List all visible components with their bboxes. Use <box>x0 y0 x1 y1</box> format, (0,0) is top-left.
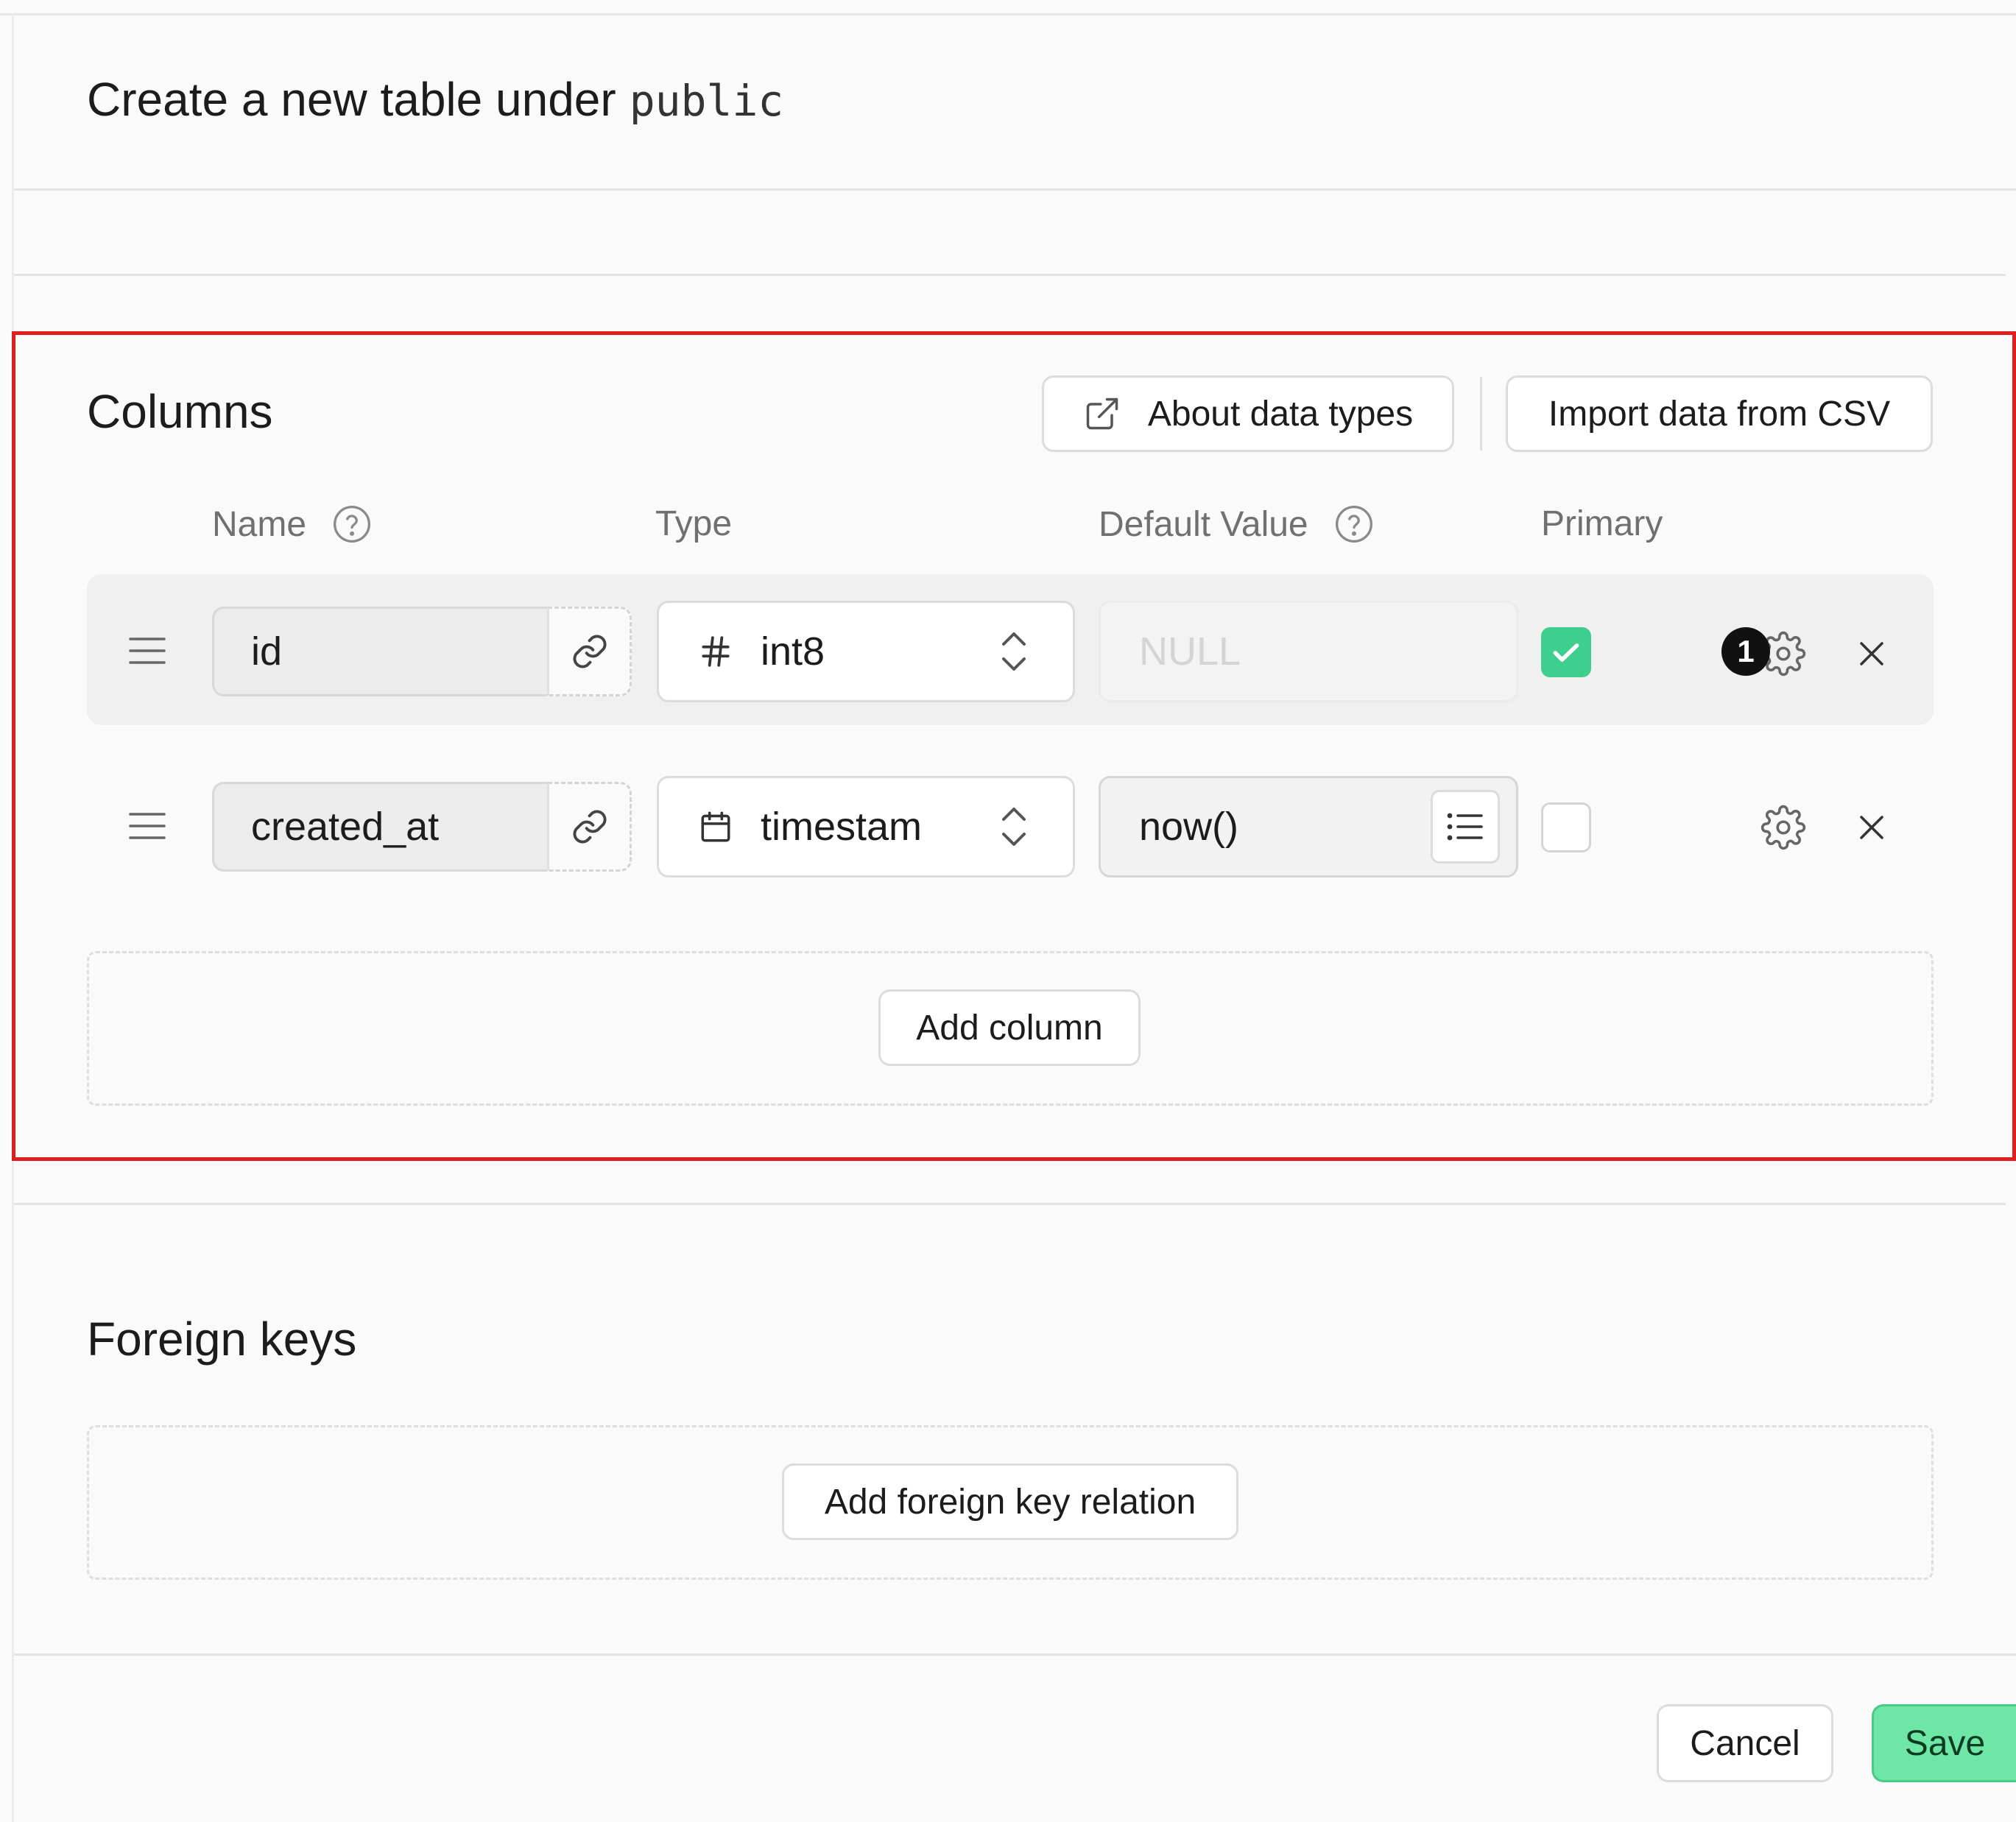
column-type-label: timestam <box>761 805 923 849</box>
header-primary: Primary <box>1541 504 1663 544</box>
calendar-icon <box>701 811 730 842</box>
link-icon <box>572 810 607 844</box>
add-foreign-key-relation-button[interactable]: Add foreign key relation <box>782 1463 1238 1540</box>
column-type-select[interactable]: timestam <box>657 776 1075 878</box>
settings-gear-icon[interactable] <box>1757 801 1810 854</box>
checkmark-icon <box>1553 643 1579 662</box>
schema-name: public <box>629 76 784 126</box>
column-type-select[interactable]: int8 <box>657 601 1075 702</box>
button-separator <box>1480 377 1482 451</box>
name-help-icon[interactable] <box>331 504 373 545</box>
default-value-help-icon[interactable] <box>1333 504 1375 545</box>
remove-column-close-icon[interactable] <box>1850 632 1894 676</box>
header-primary-label: Primary <box>1541 504 1663 543</box>
foreign-key-link-button[interactable] <box>547 782 632 872</box>
divider <box>14 188 2016 191</box>
column-name-input[interactable]: id <box>212 607 547 696</box>
drag-handle-icon[interactable] <box>124 802 171 850</box>
header-name-label: Name <box>212 504 307 544</box>
cancel-label: Cancel <box>1690 1723 1800 1763</box>
divider <box>14 1653 2016 1656</box>
header-type: Type <box>655 504 732 544</box>
external-link-icon <box>1086 398 1118 430</box>
create-table-panel: Create a new table under public Columns A… <box>0 0 2016 1822</box>
page-title: Create a new table under public <box>87 72 783 127</box>
suggestions-list-button[interactable] <box>1431 790 1500 864</box>
drag-handle-icon[interactable] <box>124 627 171 674</box>
divider <box>14 1203 2006 1205</box>
remove-column-close-icon[interactable] <box>1850 805 1894 850</box>
save-button[interactable]: Save <box>1872 1704 2016 1782</box>
hash-icon <box>702 636 730 667</box>
link-icon <box>572 635 607 668</box>
column-type-label: int8 <box>761 629 825 674</box>
header-type-label: Type <box>655 504 733 543</box>
save-label: Save <box>1904 1723 1986 1763</box>
notification-badge: 1 <box>1721 627 1770 676</box>
default-value-text: now() <box>1139 805 1239 849</box>
about-data-types-button[interactable]: About data types <box>1042 375 1454 452</box>
chevron-up-down-icon <box>998 628 1030 675</box>
header-default-value: Default Value <box>1099 504 1375 545</box>
add-column-button[interactable]: Add column <box>878 989 1141 1066</box>
foreign-key-link-button[interactable] <box>547 607 632 696</box>
list-icon <box>1447 813 1483 841</box>
foreign-keys-title: Foreign keys <box>87 1313 357 1366</box>
chevron-up-down-icon <box>998 803 1030 850</box>
import-csv-label: Import data from CSV <box>1548 394 1891 434</box>
columns-title: Columns <box>87 385 273 438</box>
header-default-label: Default Value <box>1099 504 1308 544</box>
primary-key-checkbox[interactable] <box>1541 802 1591 852</box>
page-title-text: Create a new table under <box>87 73 616 126</box>
add-column-label: Add column <box>916 1008 1103 1048</box>
header-name: Name <box>212 504 373 545</box>
about-data-types-label: About data types <box>1147 394 1414 434</box>
import-csv-button[interactable]: Import data from CSV <box>1506 375 1933 452</box>
column-name-input[interactable]: created_at <box>212 782 547 872</box>
default-value-input[interactable]: now() <box>1099 776 1518 878</box>
primary-key-checkbox[interactable] <box>1541 627 1591 677</box>
divider <box>14 274 2006 276</box>
default-value-input[interactable]: NULL <box>1099 601 1518 702</box>
top-border <box>0 13 2016 15</box>
cancel-button[interactable]: Cancel <box>1657 1704 1833 1782</box>
add-foreign-key-label: Add foreign key relation <box>824 1482 1196 1522</box>
